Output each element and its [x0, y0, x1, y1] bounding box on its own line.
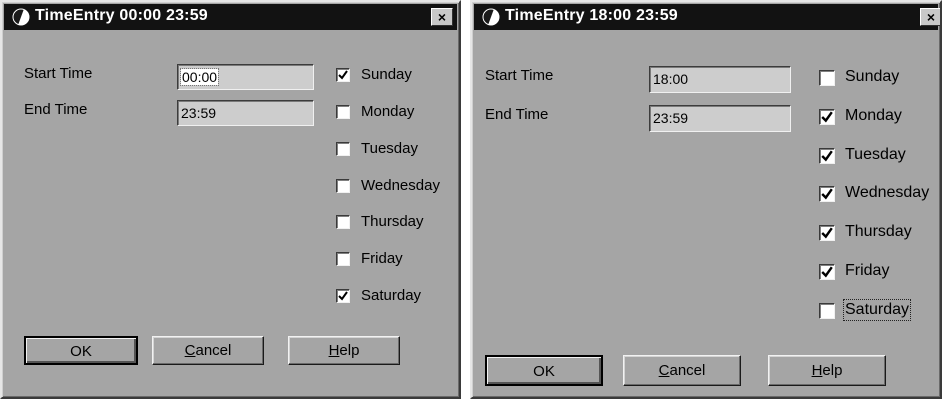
checkbox[interactable] [336, 142, 350, 156]
start-time-label: Start Time [485, 67, 554, 84]
ok-button[interactable]: OK [485, 355, 603, 386]
help-button[interactable]: Help [288, 336, 400, 365]
end-time-input[interactable]: 23:59 [177, 100, 314, 126]
close-button[interactable]: × [431, 8, 453, 26]
close-button[interactable]: × [920, 8, 940, 26]
checkbox[interactable] [819, 264, 835, 280]
window-title: TimeEntry 18:00 23:59 [505, 7, 678, 24]
close-icon: × [926, 9, 936, 25]
start-time-label: Start Time [24, 65, 93, 82]
checkbox[interactable] [819, 70, 835, 86]
checkbox[interactable] [336, 289, 350, 303]
cancel-button[interactable]: Cancel [623, 355, 741, 386]
cancel-button[interactable]: Cancel [152, 336, 264, 365]
title-bar[interactable]: TimeEntry 18:00 23:59 × [474, 4, 940, 30]
day-label[interactable]: Saturday [361, 287, 421, 304]
clock-icon [482, 8, 500, 26]
checkmark-icon [821, 227, 833, 239]
help-button[interactable]: Help [768, 355, 886, 386]
checkmark-icon [338, 291, 348, 301]
checkbox[interactable] [336, 68, 350, 82]
checkbox[interactable] [336, 215, 350, 229]
checkbox[interactable] [819, 148, 835, 164]
start-time-input[interactable]: 18:00 [649, 66, 791, 93]
ok-button-label: OK [533, 363, 555, 380]
time-entry-dialog-right: TimeEntry 18:00 23:59 × Start Time 18:00… [470, 0, 942, 399]
checkbox[interactable] [336, 179, 350, 193]
checkmark-icon [821, 188, 833, 200]
start-time-value: 00:00 [179, 68, 220, 86]
ok-button-label: OK [70, 343, 92, 360]
day-label[interactable]: Thursday [361, 213, 424, 230]
checkbox[interactable] [336, 105, 350, 119]
ok-button[interactable]: OK [24, 336, 138, 365]
end-time-label: End Time [485, 106, 549, 123]
end-time-label: End Time [24, 101, 88, 118]
day-label[interactable]: Tuesday [845, 146, 906, 164]
day-label[interactable]: Wednesday [845, 184, 929, 202]
checkmark-icon [338, 70, 348, 80]
help-button-label: Help [811, 362, 843, 379]
checkbox[interactable] [819, 303, 835, 319]
day-label[interactable]: Monday [845, 107, 902, 125]
time-entry-dialog-left: TimeEntry 00:00 23:59 × Start Time 00:00… [0, 0, 461, 399]
day-label[interactable]: Sunday [361, 66, 412, 83]
title-bar[interactable]: TimeEntry 00:00 23:59 × [4, 4, 457, 30]
close-icon: × [437, 9, 447, 25]
day-label[interactable]: Friday [845, 262, 889, 280]
start-time-value: 18:00 [653, 71, 689, 87]
checkmark-icon [821, 150, 833, 162]
day-label[interactable]: Monday [361, 103, 414, 120]
clock-icon [12, 8, 30, 26]
checkbox[interactable] [819, 225, 835, 241]
end-time-value: 23:59 [181, 105, 217, 121]
start-time-input[interactable]: 00:00 [177, 64, 314, 90]
window-title: TimeEntry 00:00 23:59 [35, 7, 208, 24]
help-button-label: Help [328, 342, 360, 359]
cancel-button-label: Cancel [184, 342, 232, 359]
checkmark-icon [821, 266, 833, 278]
checkmark-icon [821, 111, 833, 123]
checkbox[interactable] [819, 186, 835, 202]
day-label[interactable]: Sunday [845, 68, 899, 86]
day-label[interactable]: Saturday [842, 299, 912, 321]
day-label[interactable]: Thursday [845, 223, 912, 241]
end-time-input[interactable]: 23:59 [649, 105, 791, 132]
end-time-value: 23:59 [653, 110, 689, 126]
day-label[interactable]: Tuesday [361, 140, 418, 157]
day-label[interactable]: Wednesday [361, 177, 440, 194]
cancel-button-label: Cancel [658, 362, 706, 379]
checkbox[interactable] [819, 109, 835, 125]
day-label[interactable]: Friday [361, 250, 403, 267]
checkbox[interactable] [336, 252, 350, 266]
